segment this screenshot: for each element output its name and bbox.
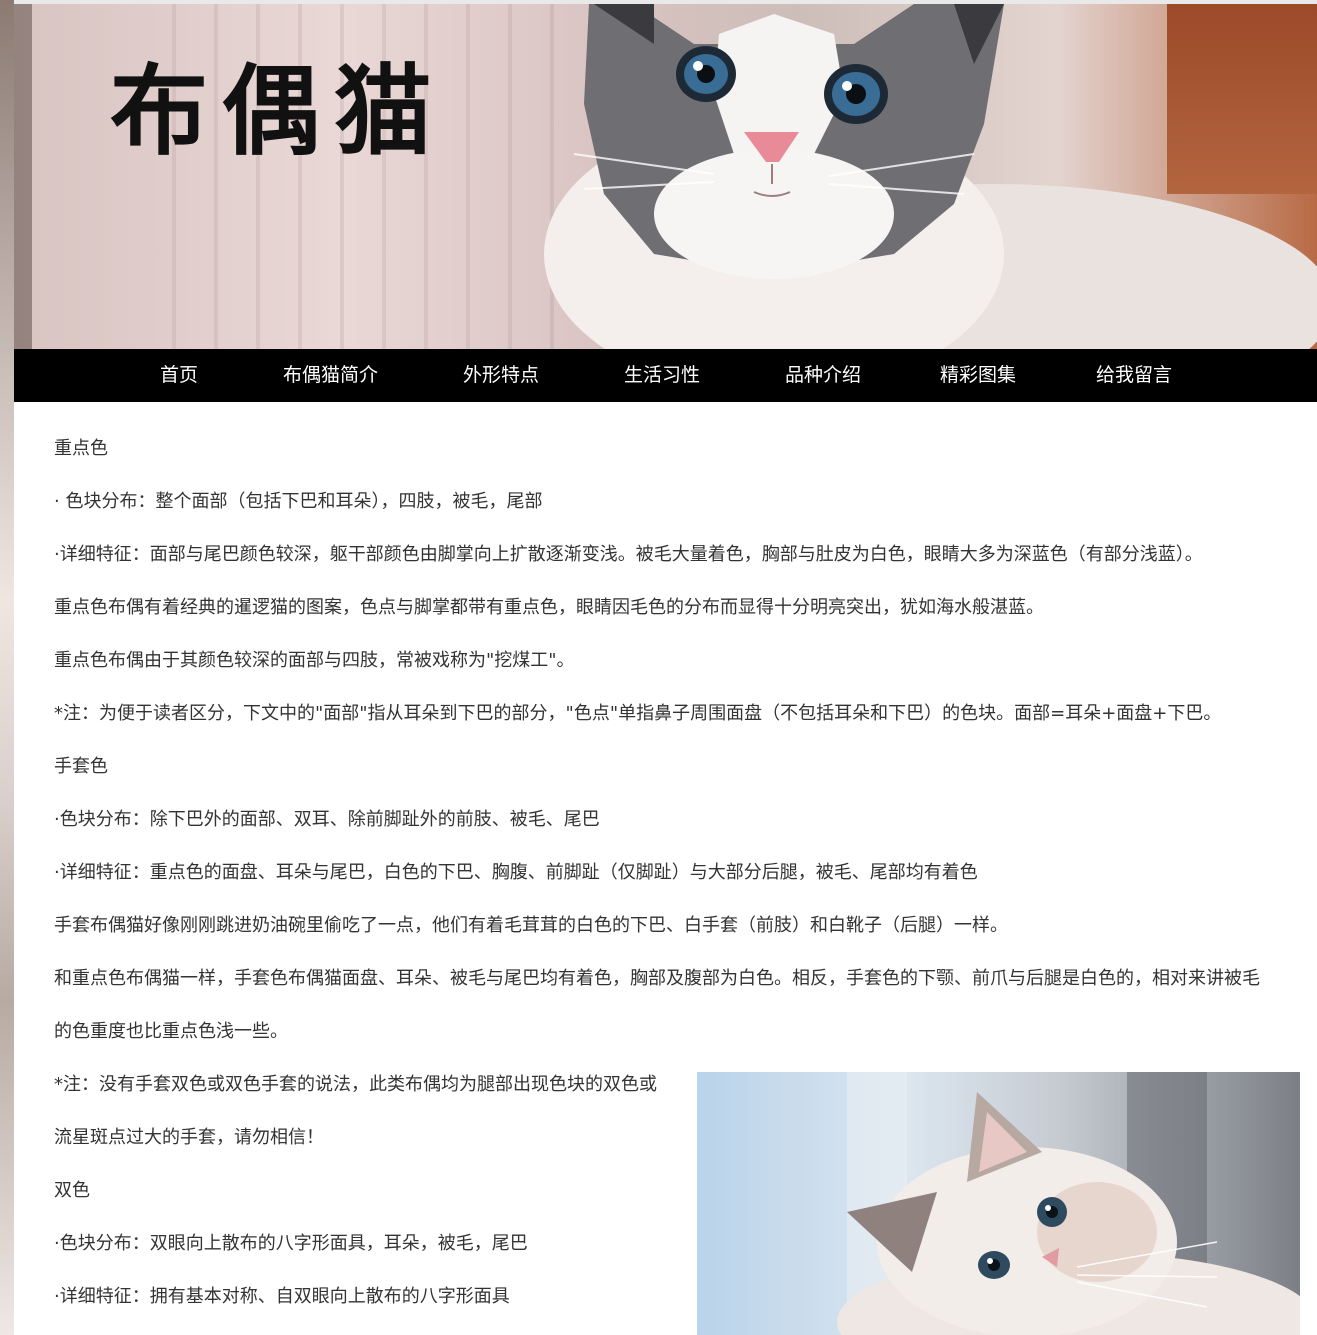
article-paragraph: · 色块分布：整个面部（包括下巴和耳朵），四肢，被毛，尾部 [54,491,543,512]
article-note: *注：为便于读者区分，下文中的"面部"指从耳朵到下巴的部分，"色点"单指鼻子周围… [54,703,1222,724]
ragdoll-kitten-image [837,1072,1300,1335]
ragdoll-kitten-photo [697,1072,1300,1335]
article-paragraph: 手套布偶猫好像刚刚跳进奶油碗里偷吃了一点，他们有着毛茸茸的白色的下巴、白手套（前… [54,915,1008,936]
nav-item-varieties[interactable]: 品种介绍 [785,349,861,402]
article-paragraph: 的色重度也比重点色浅一些。 [54,1021,288,1042]
nav-item-habits[interactable]: 生活习性 [624,349,700,402]
nav-item-gallery[interactable]: 精彩图集 [940,349,1016,402]
page-background-image [0,0,14,1335]
article-paragraph: 和重点色布偶猫一样，手套色布偶猫面盘、耳朵、被毛与尾巴均有着色，胸部及腹部为白色… [54,968,1260,989]
article-paragraph: ·详细特征：重点色的面盘、耳朵与尾巴，白色的下巴、胸腹、前脚趾（仅脚趾）与大部分… [54,862,978,883]
article-paragraph: 重点色布偶有着经典的暹逻猫的图案，色点与脚掌都带有重点色，眼睛因毛色的分布而显得… [54,597,1044,618]
main-navigation: 首页 布偶猫简介 外形特点 生活习性 品种介绍 精彩图集 给我留言 [14,349,1317,402]
section-heading-mitted: 手套色 [54,756,108,777]
article-paragraph: ·色块分布：除下巴外的面部、双耳、除前脚趾外的前肢、被毛、尾巴 [54,809,600,830]
nav-item-message[interactable]: 给我留言 [1096,349,1172,402]
nav-item-home[interactable]: 首页 [160,349,198,402]
article-paragraph: 重点色布偶由于其颜色较深的面部与四肢，常被戏称为"挖煤工"。 [54,650,575,671]
section-heading-colorpoint: 重点色 [54,438,108,459]
site-title: 布偶猫 [110,55,447,169]
nav-item-appearance[interactable]: 外形特点 [463,349,539,402]
nav-item-introduction[interactable]: 布偶猫简介 [283,349,378,402]
header-banner: 布偶猫 [14,4,1317,349]
article-paragraph: ·详细特征：面部与尾巴颜色较深，躯干部颜色由脚掌向上扩散逐渐变浅。被毛大量着色，… [54,544,1203,565]
page-container: 布偶猫 首页 布偶猫简介 外形特点 生活习性 品种介绍 精彩图集 给我留言 重点… [14,4,1317,1335]
